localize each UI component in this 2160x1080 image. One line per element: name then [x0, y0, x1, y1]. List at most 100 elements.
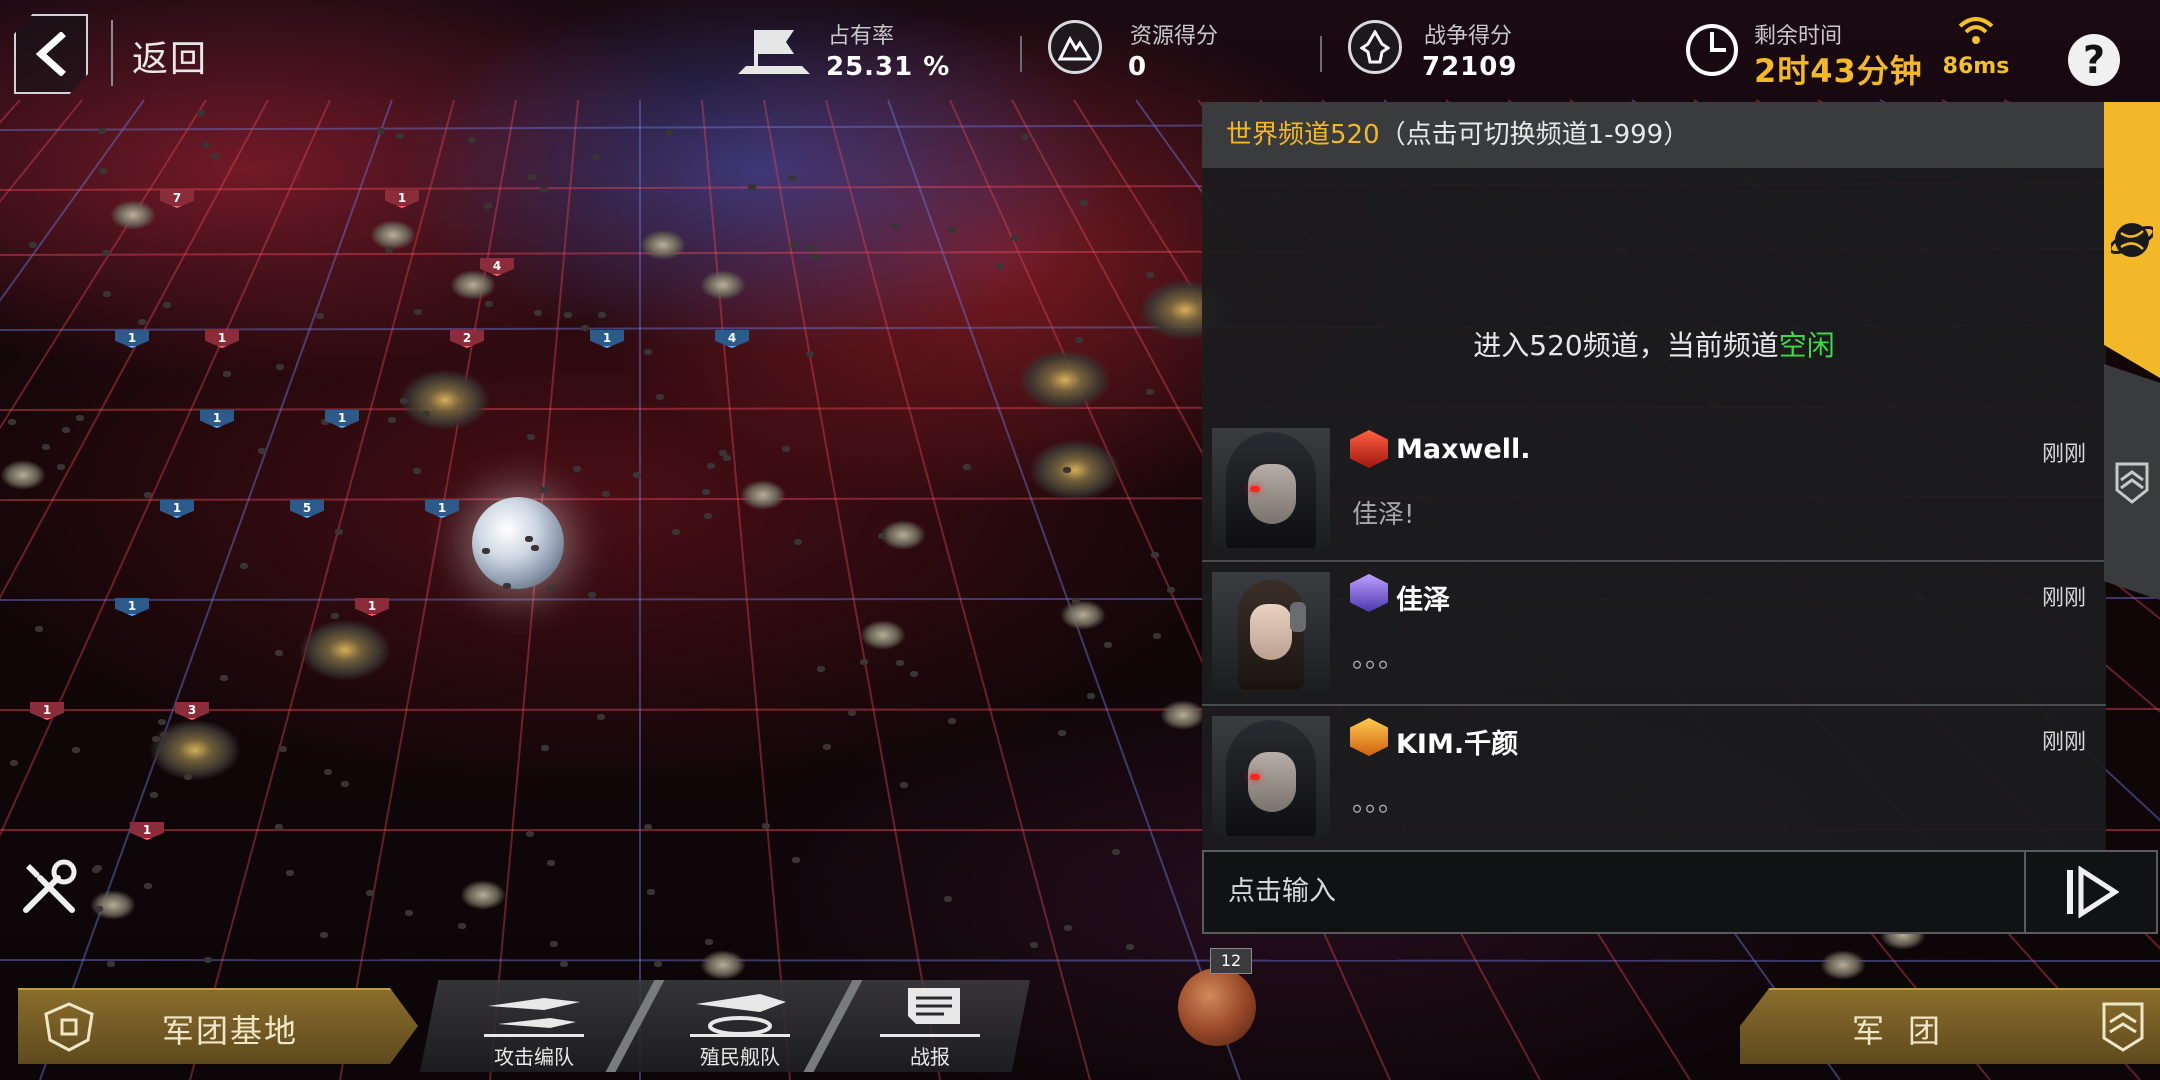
- fleet-marker[interactable]: [1020, 350, 1110, 410]
- chat-input[interactable]: 点击输入: [1202, 850, 2026, 934]
- message-time: 刚刚: [2041, 442, 2086, 467]
- base-emblem-icon: [44, 1002, 94, 1052]
- asteroid: [324, 769, 332, 775]
- asteroid: [258, 448, 266, 454]
- avatar[interactable]: [1212, 572, 1330, 692]
- remaining-time-stat: 剩余时间 2时43分钟: [1684, 14, 1924, 90]
- chat-message[interactable]: KIM.千颜 刚刚 。。。: [1202, 704, 2106, 848]
- rank-badge-icon: [1350, 574, 1388, 612]
- asteroid: [95, 906, 103, 912]
- asteroid: [35, 626, 43, 632]
- clock-icon: [1686, 24, 1738, 76]
- fleet-marker[interactable]: [860, 620, 906, 650]
- fleet-marker[interactable]: [110, 200, 156, 230]
- asteroid: [92, 867, 100, 873]
- channel-name: 世界频道520: [1226, 120, 1380, 150]
- asteroid: [98, 128, 106, 134]
- fleet-marker[interactable]: [370, 220, 416, 250]
- fleet-marker[interactable]: [1060, 600, 1106, 630]
- fleet-marker[interactable]: [460, 880, 506, 910]
- divider: [1320, 36, 1322, 72]
- asteroid: [1064, 925, 1072, 931]
- asteroid: [320, 932, 328, 938]
- asteroid: [275, 824, 283, 830]
- red-planet[interactable]: [1178, 968, 1256, 1046]
- war-score-stat: 战争得分 72109: [1348, 14, 1568, 84]
- asteroid: [790, 242, 798, 248]
- asteroid: [163, 302, 171, 308]
- asteroid: [705, 939, 713, 945]
- asteroid: [794, 539, 802, 545]
- legion-base-button[interactable]: 军团基地: [18, 988, 418, 1064]
- fleet-marker[interactable]: [450, 270, 496, 300]
- asteroid: [1104, 642, 1112, 648]
- sender-name[interactable]: 佳泽: [1396, 578, 1450, 617]
- asteroid: [704, 513, 712, 519]
- fleet-marker[interactable]: [1820, 950, 1866, 980]
- network-ping: 86ms: [1936, 14, 2016, 79]
- asteroid: [762, 823, 770, 829]
- fleet-marker[interactable]: [1160, 700, 1206, 730]
- asteroid: [160, 732, 168, 738]
- asteroid: [1075, 337, 1083, 343]
- fleet-marker[interactable]: [700, 270, 746, 300]
- chat-message[interactable]: 佳泽 刚刚 。。。: [1202, 560, 2106, 704]
- fleet-marker[interactable]: [400, 370, 490, 430]
- fleet-marker[interactable]: [90, 890, 136, 920]
- report-icon: [880, 988, 980, 1037]
- asteroid: [150, 792, 158, 798]
- war-score-label: 战争得分: [1424, 24, 1513, 49]
- send-button[interactable]: [2026, 850, 2158, 934]
- asteroid: [792, 857, 800, 863]
- fleet-marker[interactable]: [640, 230, 686, 260]
- fleet-marker[interactable]: [880, 520, 926, 550]
- asteroid: [503, 583, 511, 589]
- asteroid: [644, 349, 652, 355]
- divider: [605, 980, 665, 1072]
- asteroid: [647, 889, 655, 895]
- asteroid: [592, 154, 600, 160]
- asteroid: [527, 434, 535, 440]
- asteroid: [1146, 272, 1154, 278]
- occupancy-value: 25.31 %: [826, 52, 951, 82]
- asteroid: [806, 351, 814, 357]
- fleet-marker[interactable]: [1030, 440, 1120, 500]
- asteroid: [484, 203, 492, 209]
- channel-switch-header[interactable]: 世界频道520（点击可切换频道1-999）: [1202, 102, 2106, 168]
- back-label[interactable]: 返回: [132, 30, 208, 82]
- asteroid: [891, 223, 899, 229]
- fleet-marker[interactable]: [0, 460, 46, 490]
- sender-name[interactable]: KIM.千颜: [1396, 722, 1518, 761]
- legion-emblem-icon: [2102, 1002, 2144, 1052]
- legion-button[interactable]: 军团: [1740, 988, 2160, 1064]
- ice-planet[interactable]: [472, 497, 564, 589]
- asteroid: [812, 254, 820, 260]
- tab-legion-chat[interactable]: [2104, 364, 2160, 600]
- fleet-marker[interactable]: [150, 720, 240, 780]
- asteroid: [1011, 235, 1019, 241]
- sender-name[interactable]: Maxwell.: [1396, 434, 1531, 465]
- chat-message[interactable]: Maxwell. 刚刚 佳泽!: [1202, 416, 2106, 560]
- fleet-marker[interactable]: [300, 620, 390, 680]
- asteroid: [1058, 730, 1066, 736]
- fleet-marker[interactable]: [740, 480, 786, 510]
- message-time: 刚刚: [2041, 730, 2086, 755]
- avatar[interactable]: [1212, 428, 1330, 548]
- asteroid: [1126, 944, 1134, 950]
- tools-button[interactable]: [18, 856, 80, 918]
- asteroid: [531, 545, 539, 551]
- flag-icon: [738, 30, 810, 74]
- message-text: 佳泽!: [1352, 500, 1415, 530]
- avatar[interactable]: [1212, 716, 1330, 836]
- asteroid: [405, 910, 413, 916]
- back-button[interactable]: [14, 14, 88, 94]
- tab-world-chat[interactable]: [2104, 102, 2160, 378]
- asteroid: [1080, 200, 1088, 206]
- fleet-marker[interactable]: [700, 950, 746, 980]
- battle-report-button[interactable]: 战报: [850, 980, 1010, 1072]
- attack-formation-button[interactable]: 攻击编队: [454, 980, 614, 1072]
- colony-fleet-button[interactable]: 殖民舰队: [660, 980, 820, 1072]
- colony-fleet-label: 殖民舰队: [700, 1045, 780, 1069]
- help-button[interactable]: ?: [2068, 34, 2120, 86]
- system-message: 进入520频道，当前频道空闲: [1202, 324, 2106, 364]
